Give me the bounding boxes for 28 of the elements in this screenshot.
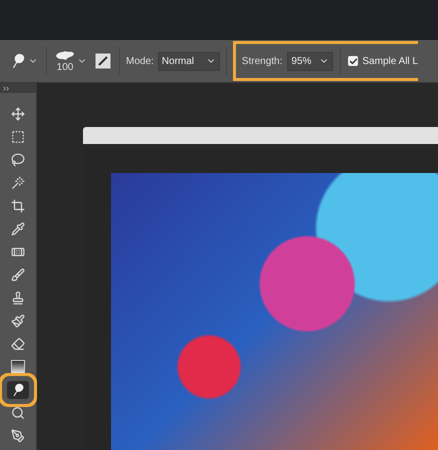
finger-icon [11,383,25,397]
tool-button[interactable] [7,381,29,399]
mode-dropdown[interactable]: Normal [158,52,220,70]
brush-tip-icon [55,50,75,62]
pen-icon [11,429,25,443]
eyedropper-icon [11,222,25,236]
finger-icon [10,53,26,69]
sample-label: Sample All L [362,56,418,66]
brush-panel-icon [95,53,111,69]
marquee-icon [11,130,25,144]
stamp-icon [11,291,25,305]
brush-settings-button[interactable] [93,51,113,71]
history-icon [11,314,25,328]
wand-icon [11,176,25,190]
crop-icon [11,199,25,213]
gradient-icon [11,360,25,374]
strength-dropdown[interactable]: 95% [287,52,334,70]
sample-checkbox[interactable] [348,56,358,66]
brush-size: 100 [56,62,74,72]
bandage-icon [11,245,25,259]
collapse-button[interactable]: ›› [0,83,36,93]
eraser-icon [11,337,25,351]
move-icon [11,107,25,121]
lasso-icon [11,153,25,167]
brush-preset-button[interactable]: 100 [53,48,89,74]
mode-label: Mode: [126,56,154,66]
brush-icon [11,268,25,282]
strength-label: Strength: [242,56,282,66]
